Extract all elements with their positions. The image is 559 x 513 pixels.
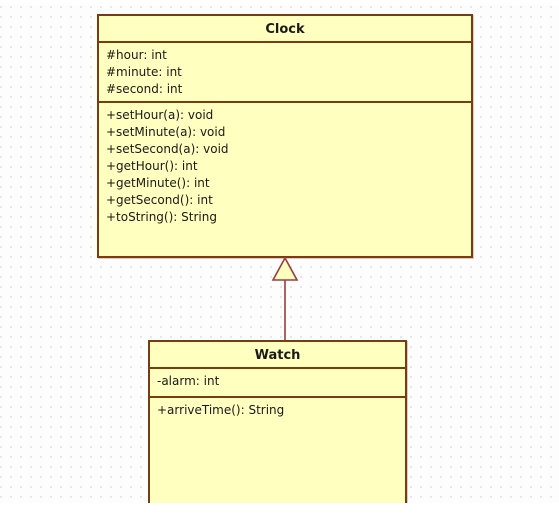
generalization-connector-watch-to-clock[interactable] [268, 254, 302, 344]
operation-row: +getSecond(): int [106, 193, 213, 207]
uml-class-watch[interactable]: Watch -alarm: int +arriveTime(): String [148, 340, 407, 503]
attributes-compartment-clock: #hour: int #minute: int #second: int [99, 43, 471, 103]
uml-class-clock[interactable]: Clock #hour: int #minute: int #second: i… [97, 14, 473, 258]
operation-row: +getHour(): int [106, 159, 198, 173]
attribute-row: #second: int [106, 82, 183, 96]
attribute-row: -alarm: int [157, 374, 220, 388]
operations-compartment-watch: +arriveTime(): String [150, 398, 405, 503]
operation-row: +toString(): String [106, 210, 217, 224]
hollow-triangle-arrowhead-icon [271, 256, 299, 281]
attributes-compartment-watch: -alarm: int [150, 369, 405, 398]
bottom-margin-strip [0, 503, 559, 513]
operations-compartment-clock: +setHour(a): void +setMinute(a): void +s… [99, 103, 471, 256]
attribute-row: #hour: int [106, 48, 167, 62]
operation-row: +setHour(a): void [106, 108, 214, 122]
class-name-watch: Watch [150, 342, 405, 369]
class-name-clock: Clock [99, 16, 471, 43]
operation-row: +arriveTime(): String [157, 403, 285, 417]
operation-row: +setSecond(a): void [106, 142, 229, 156]
attribute-row: #minute: int [106, 65, 182, 79]
operation-row: +setMinute(a): void [106, 125, 226, 139]
operation-row: +getMinute(): int [106, 176, 210, 190]
diagram-canvas[interactable]: Clock #hour: int #minute: int #second: i… [0, 6, 559, 503]
